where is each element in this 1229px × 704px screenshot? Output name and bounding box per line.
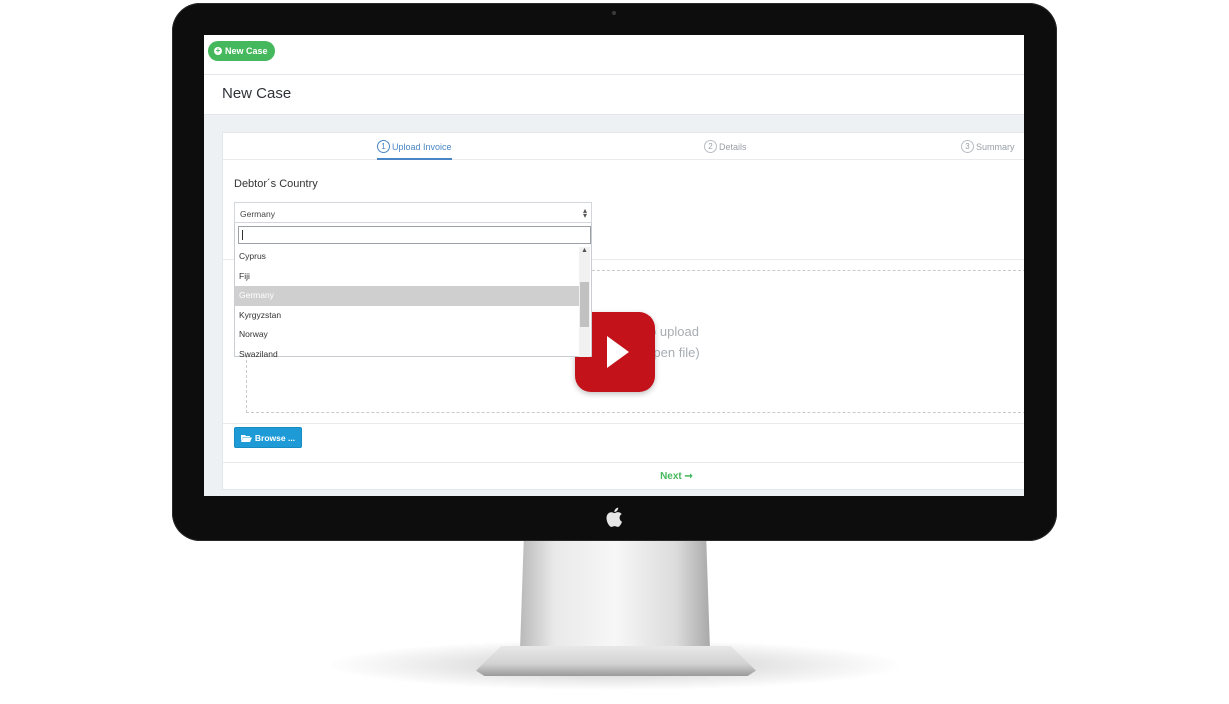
camera-icon bbox=[612, 11, 616, 15]
country-options-list: Cyprus Fiji Germany Kyrgyzstan Norway Sw… bbox=[235, 247, 580, 364]
step-number: 2 bbox=[704, 140, 717, 153]
browse-button-label: Browse ... bbox=[254, 432, 296, 443]
scrollbar-thumb[interactable] bbox=[580, 282, 589, 327]
step-number: 3 bbox=[961, 140, 974, 153]
top-bar: + New Case bbox=[204, 35, 1024, 75]
country-search-input[interactable] bbox=[238, 226, 591, 244]
active-step-indicator bbox=[377, 158, 452, 160]
country-option[interactable]: Kyrgyzstan bbox=[235, 306, 580, 326]
arrow-right-icon: ➞ bbox=[684, 471, 693, 482]
country-dropdown: Cyprus Fiji Germany Kyrgyzstan Norway Sw… bbox=[234, 223, 592, 359]
dropdown-scrollbar[interactable]: ▲ bbox=[579, 247, 590, 357]
step-number: 1 bbox=[377, 140, 390, 153]
page-title: New Case bbox=[222, 85, 292, 102]
new-case-button-label: New Case bbox=[225, 46, 268, 56]
select-arrows-icon: ▴ ▾ bbox=[582, 206, 587, 220]
next-button[interactable]: Next ➞ bbox=[223, 471, 1024, 482]
debtor-country-select[interactable]: Germany ▴ ▾ bbox=[234, 202, 592, 223]
country-option[interactable]: Cyprus bbox=[235, 247, 580, 267]
divider bbox=[223, 423, 1024, 424]
apple-logo-icon bbox=[606, 507, 622, 527]
browse-button[interactable]: Browse ... bbox=[234, 427, 302, 448]
debtor-country-label: Debtor´s Country bbox=[234, 178, 318, 190]
case-wizard-panel: 1 Upload Invoice 2 Details 3 Summary Deb… bbox=[222, 132, 1024, 490]
folder-open-icon bbox=[240, 434, 252, 442]
country-option[interactable]: Fiji bbox=[235, 267, 580, 287]
country-option-selected[interactable]: Germany bbox=[235, 286, 580, 306]
step-label: Upload Invoice bbox=[392, 141, 452, 152]
text-caret bbox=[242, 230, 243, 240]
play-icon bbox=[607, 336, 629, 368]
title-bar: New Case bbox=[204, 75, 1024, 115]
app-screen: + New Case New Case 1 Upload Invoice 2 D… bbox=[204, 35, 1024, 496]
divider bbox=[223, 462, 1024, 463]
country-option[interactable]: Norway bbox=[235, 325, 580, 345]
monitor-stand bbox=[520, 538, 710, 650]
selected-country: Germany bbox=[240, 209, 275, 219]
monitor-stand-base bbox=[476, 646, 756, 676]
wizard-steps: 1 Upload Invoice 2 Details 3 Summary bbox=[223, 133, 1024, 160]
next-button-label: Next bbox=[660, 471, 682, 482]
country-option[interactable]: Swaziland bbox=[235, 345, 580, 365]
step-label: Details bbox=[719, 141, 747, 152]
step-label: Summary bbox=[976, 141, 1015, 152]
new-case-button[interactable]: + New Case bbox=[208, 41, 275, 61]
scroll-up-icon[interactable]: ▲ bbox=[579, 247, 590, 257]
step-upload-invoice[interactable]: 1 Upload Invoice bbox=[377, 140, 452, 153]
plus-circle-icon: + bbox=[214, 46, 222, 55]
step-details[interactable]: 2 Details bbox=[704, 140, 747, 153]
step-summary[interactable]: 3 Summary bbox=[961, 140, 1015, 153]
